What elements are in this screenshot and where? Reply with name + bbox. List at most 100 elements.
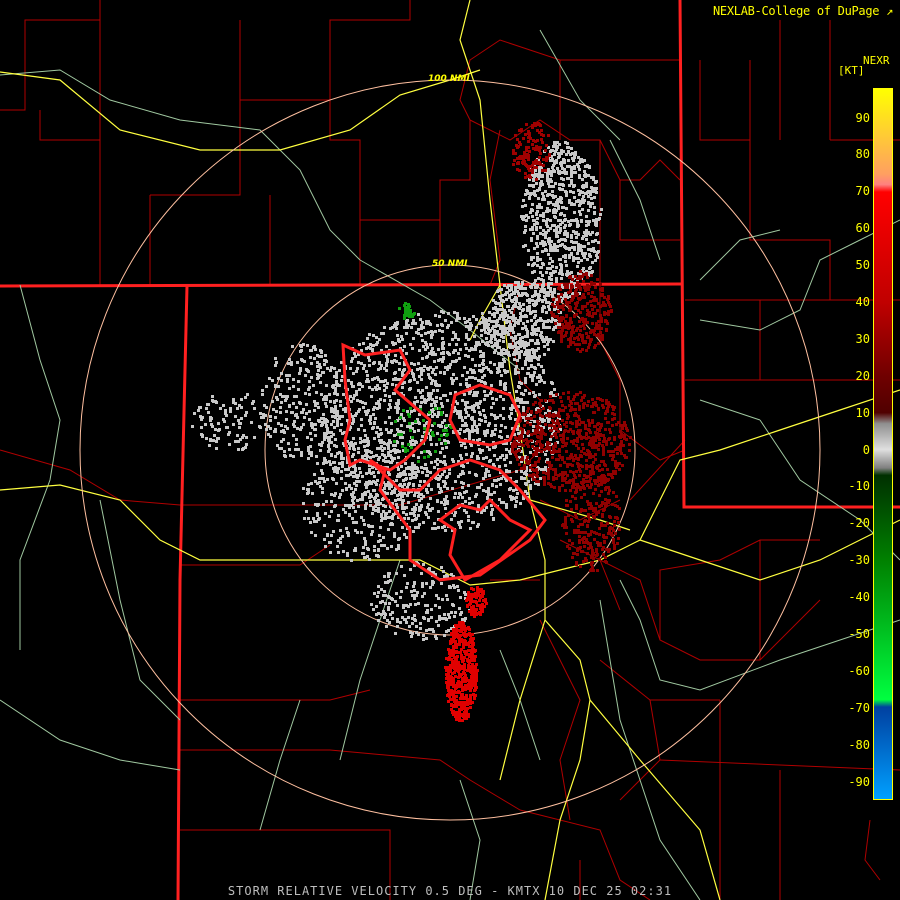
echo-pixel — [544, 453, 547, 456]
echo-pixel — [437, 510, 440, 513]
echo-pixel — [418, 375, 421, 378]
echo-pixel — [545, 220, 548, 223]
echo-pixel — [300, 358, 303, 361]
echo-pixel — [413, 430, 416, 433]
echo-pixel — [621, 424, 624, 427]
echo-pixel — [517, 281, 520, 284]
echo-pixel — [587, 221, 590, 224]
echo-pixel — [566, 504, 569, 507]
echo-pixel — [588, 443, 591, 446]
echo-pixel — [613, 413, 616, 416]
echo-pixel — [605, 561, 608, 564]
echo-pixel — [546, 179, 549, 182]
echo-pixel — [530, 365, 533, 368]
echo-pixel — [533, 432, 536, 435]
echo-pixel — [302, 343, 305, 346]
echo-pixel — [407, 501, 410, 504]
echo-pixel — [402, 417, 405, 420]
echo-pixel — [579, 435, 582, 438]
echo-pixel — [523, 154, 526, 157]
echo-pixel — [522, 406, 525, 409]
echo-pixel — [571, 278, 574, 281]
echo-pixel — [362, 367, 365, 370]
echo-pixel — [476, 428, 479, 431]
echo-pixel — [577, 165, 580, 168]
echo-pixel — [453, 496, 456, 499]
echo-pixel — [341, 415, 344, 418]
echo-pixel — [618, 446, 621, 449]
echo-pixel — [534, 303, 537, 306]
echo-pixel — [467, 355, 470, 358]
echo-pixel — [389, 406, 392, 409]
echo-pixel — [478, 418, 481, 421]
echo-pixel — [440, 323, 443, 326]
echo-pixel — [372, 413, 375, 416]
echo-pixel — [433, 522, 436, 525]
echo-pixel — [570, 253, 573, 256]
echo-pixel — [613, 544, 616, 547]
echo-pixel — [330, 407, 333, 410]
echo-pixel — [295, 443, 298, 446]
echo-pixel — [411, 622, 414, 625]
echo-pixel — [590, 530, 593, 533]
echo-pixel — [503, 315, 506, 318]
echo-pixel — [330, 366, 333, 369]
echo-pixel — [430, 488, 433, 491]
echo-pixel — [569, 289, 572, 292]
echo-pixel — [332, 420, 335, 423]
echo-pixel — [562, 409, 565, 412]
echo-pixel — [325, 424, 328, 427]
echo-pixel — [565, 153, 568, 156]
echo-pixel — [505, 298, 508, 301]
echo-pixel — [570, 508, 573, 511]
echo-pixel — [583, 493, 586, 496]
echo-pixel — [290, 411, 293, 414]
echo-pixel — [515, 390, 518, 393]
echo-pixel — [378, 456, 381, 459]
echo-pixel — [585, 332, 588, 335]
echo-pixel — [427, 321, 430, 324]
echo-pixel — [612, 455, 615, 458]
echo-pixel — [592, 299, 595, 302]
echo-pixel — [526, 299, 529, 302]
echo-pixel — [609, 450, 612, 453]
echo-pixel — [522, 303, 525, 306]
echo-pixel — [525, 459, 528, 462]
echo-pixel — [540, 427, 543, 430]
echo-pixel — [567, 150, 570, 153]
echo-pixel — [471, 428, 474, 431]
echo-pixel — [446, 487, 449, 490]
echo-pixel — [477, 341, 480, 344]
echo-pixel — [386, 443, 389, 446]
echo-pixel — [434, 353, 437, 356]
echo-pixel — [413, 597, 416, 600]
echo-pixel — [433, 413, 436, 416]
echo-pixel — [516, 146, 519, 149]
echo-pixel — [566, 232, 569, 235]
echo-pixel — [430, 616, 433, 619]
echo-pixel — [570, 166, 573, 169]
echo-pixel — [500, 353, 503, 356]
echo-pixel — [498, 339, 501, 342]
echo-pixel — [544, 190, 547, 193]
echo-pixel — [482, 359, 485, 362]
echo-pixel — [494, 417, 497, 420]
echo-pixel — [232, 401, 235, 404]
echo-pixel — [537, 342, 540, 345]
echo-pixel — [429, 438, 432, 441]
echo-pixel — [601, 513, 604, 516]
echo-pixel — [297, 380, 300, 383]
echo-pixel — [562, 317, 565, 320]
echo-pixel — [571, 556, 574, 559]
echo-pixel — [491, 508, 494, 511]
echo-pixel — [533, 415, 536, 418]
echo-pixel — [450, 377, 453, 380]
echo-pixel — [601, 399, 604, 402]
echo-pixel — [600, 483, 603, 486]
echo-pixel — [563, 161, 566, 164]
echo-pixel — [502, 501, 505, 504]
echo-pixel — [499, 314, 502, 317]
echo-pixel — [383, 575, 386, 578]
echo-pixel — [543, 320, 546, 323]
echo-pixel — [267, 425, 270, 428]
